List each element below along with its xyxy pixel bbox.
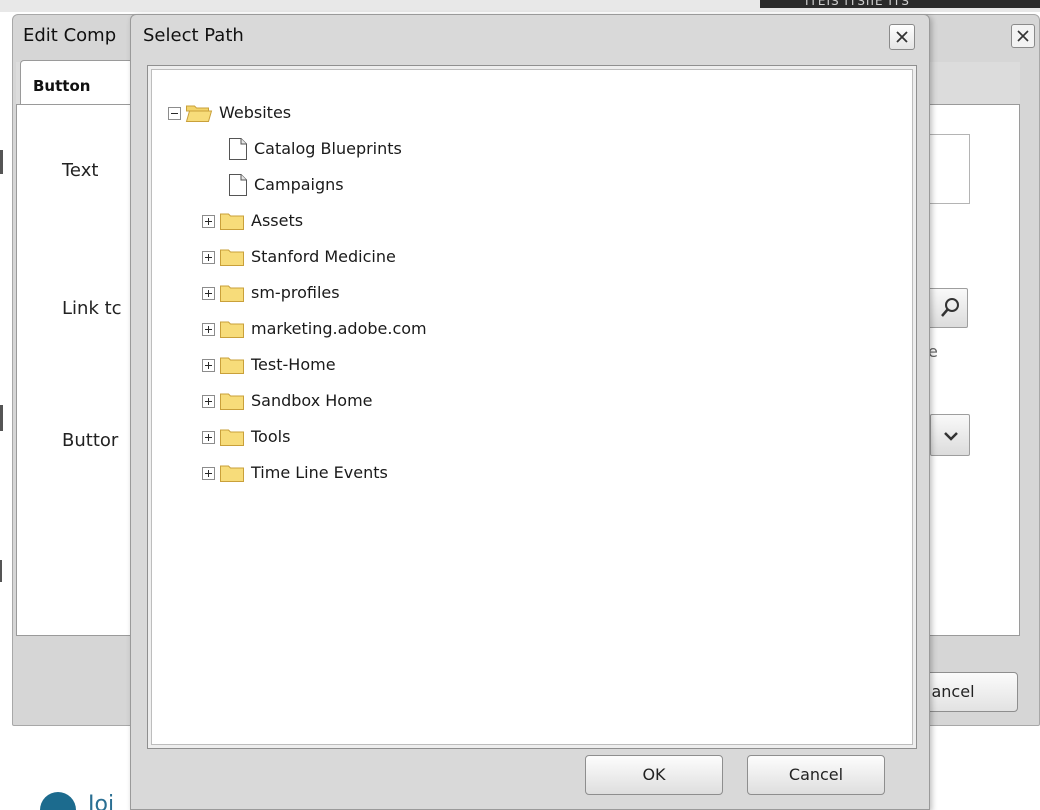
select-path-title: Select Path (143, 25, 244, 46)
tree-node-label: Campaigns (254, 175, 344, 194)
folder-icon (220, 213, 244, 230)
select-path-dialog: Select Path Websites Catalog Blueprints (130, 14, 930, 810)
select-path-close-button[interactable] (889, 24, 915, 50)
path-tree[interactable]: Websites Catalog Blueprints Campaigns As… (151, 69, 913, 745)
tree-node-time-line-events[interactable]: Time Line Events (202, 460, 388, 486)
tree-node-label: Sandbox Home (251, 391, 373, 410)
close-icon (896, 31, 908, 43)
expand-toggle-icon[interactable] (202, 430, 215, 444)
tree-node-assets[interactable]: Assets (202, 208, 303, 234)
tree-node-stanford-medicine[interactable]: Stanford Medicine (202, 244, 396, 270)
tree-node-label: Stanford Medicine (251, 247, 396, 266)
close-icon (1017, 30, 1029, 42)
tree-node-label: marketing.adobe.com (251, 319, 427, 338)
tree-node-label: Assets (251, 211, 304, 230)
tree-node-test-home[interactable]: Test-Home (202, 352, 336, 378)
expand-toggle-icon[interactable] (202, 322, 215, 336)
folder-icon (220, 465, 244, 482)
folder-icon (220, 285, 244, 302)
browse-path-button[interactable] (928, 288, 968, 328)
tree-node-sm-profiles[interactable]: sm-profiles (202, 280, 340, 306)
text-field-label: Text (62, 160, 99, 181)
page-footer-link[interactable]: Joi (40, 768, 130, 810)
tree-node-label: sm-profiles (251, 283, 340, 302)
expand-toggle-icon[interactable] (202, 250, 215, 264)
folder-icon (220, 321, 244, 338)
link-field-label: Link tc (62, 298, 122, 319)
folder-icon (220, 393, 244, 410)
tab-button-label: Button (33, 77, 91, 95)
expand-toggle-icon[interactable] (202, 286, 215, 300)
expand-toggle-icon[interactable] (202, 358, 215, 372)
search-icon (941, 298, 959, 317)
edit-dialog-close-button[interactable] (1011, 24, 1035, 48)
tree-node-sandbox-home[interactable]: Sandbox Home (202, 388, 373, 414)
tree-node-label: Tools (251, 427, 291, 446)
expand-toggle-icon[interactable] (202, 394, 215, 408)
edit-dialog-title: Edit Comp (23, 25, 117, 46)
tree-node-label: Catalog Blueprints (254, 139, 402, 158)
page-edge-mark (0, 150, 3, 174)
cancel-button[interactable]: Cancel (747, 755, 885, 795)
folder-open-icon (185, 105, 213, 122)
tree-node-tools[interactable]: Tools (202, 424, 290, 450)
page-icon (229, 174, 247, 196)
expand-toggle-icon[interactable] (202, 466, 215, 480)
footer-badge-icon (40, 792, 76, 810)
page-header-text: ITEIS ITSIIE ITS (805, 0, 910, 8)
page-edge-mark (0, 560, 2, 582)
tree-node-label: Time Line Events (251, 463, 388, 482)
page-edge-mark (0, 405, 3, 431)
collapse-toggle-icon[interactable] (168, 106, 181, 120)
tree-node-label: Websites (219, 103, 292, 122)
chevron-down-icon (944, 432, 958, 441)
expand-toggle-icon[interactable] (202, 214, 215, 228)
tree-node-websites[interactable]: Websites (168, 100, 291, 126)
ok-button[interactable]: OK (585, 755, 723, 795)
tree-node-campaigns[interactable]: Campaigns (228, 172, 344, 198)
tree-node-marketing-adobe-com[interactable]: marketing.adobe.com (202, 316, 427, 342)
button-field-label: Buttor (62, 430, 119, 451)
page-icon (229, 138, 247, 160)
folder-icon (220, 249, 244, 266)
folder-icon (220, 429, 244, 446)
button-type-select-trigger[interactable] (930, 414, 970, 456)
tree-node-label: Test-Home (251, 355, 336, 374)
folder-icon (220, 357, 244, 374)
tree-node-catalog-blueprints[interactable]: Catalog Blueprints (228, 136, 402, 162)
footer-link-text[interactable]: Joi (88, 792, 114, 810)
